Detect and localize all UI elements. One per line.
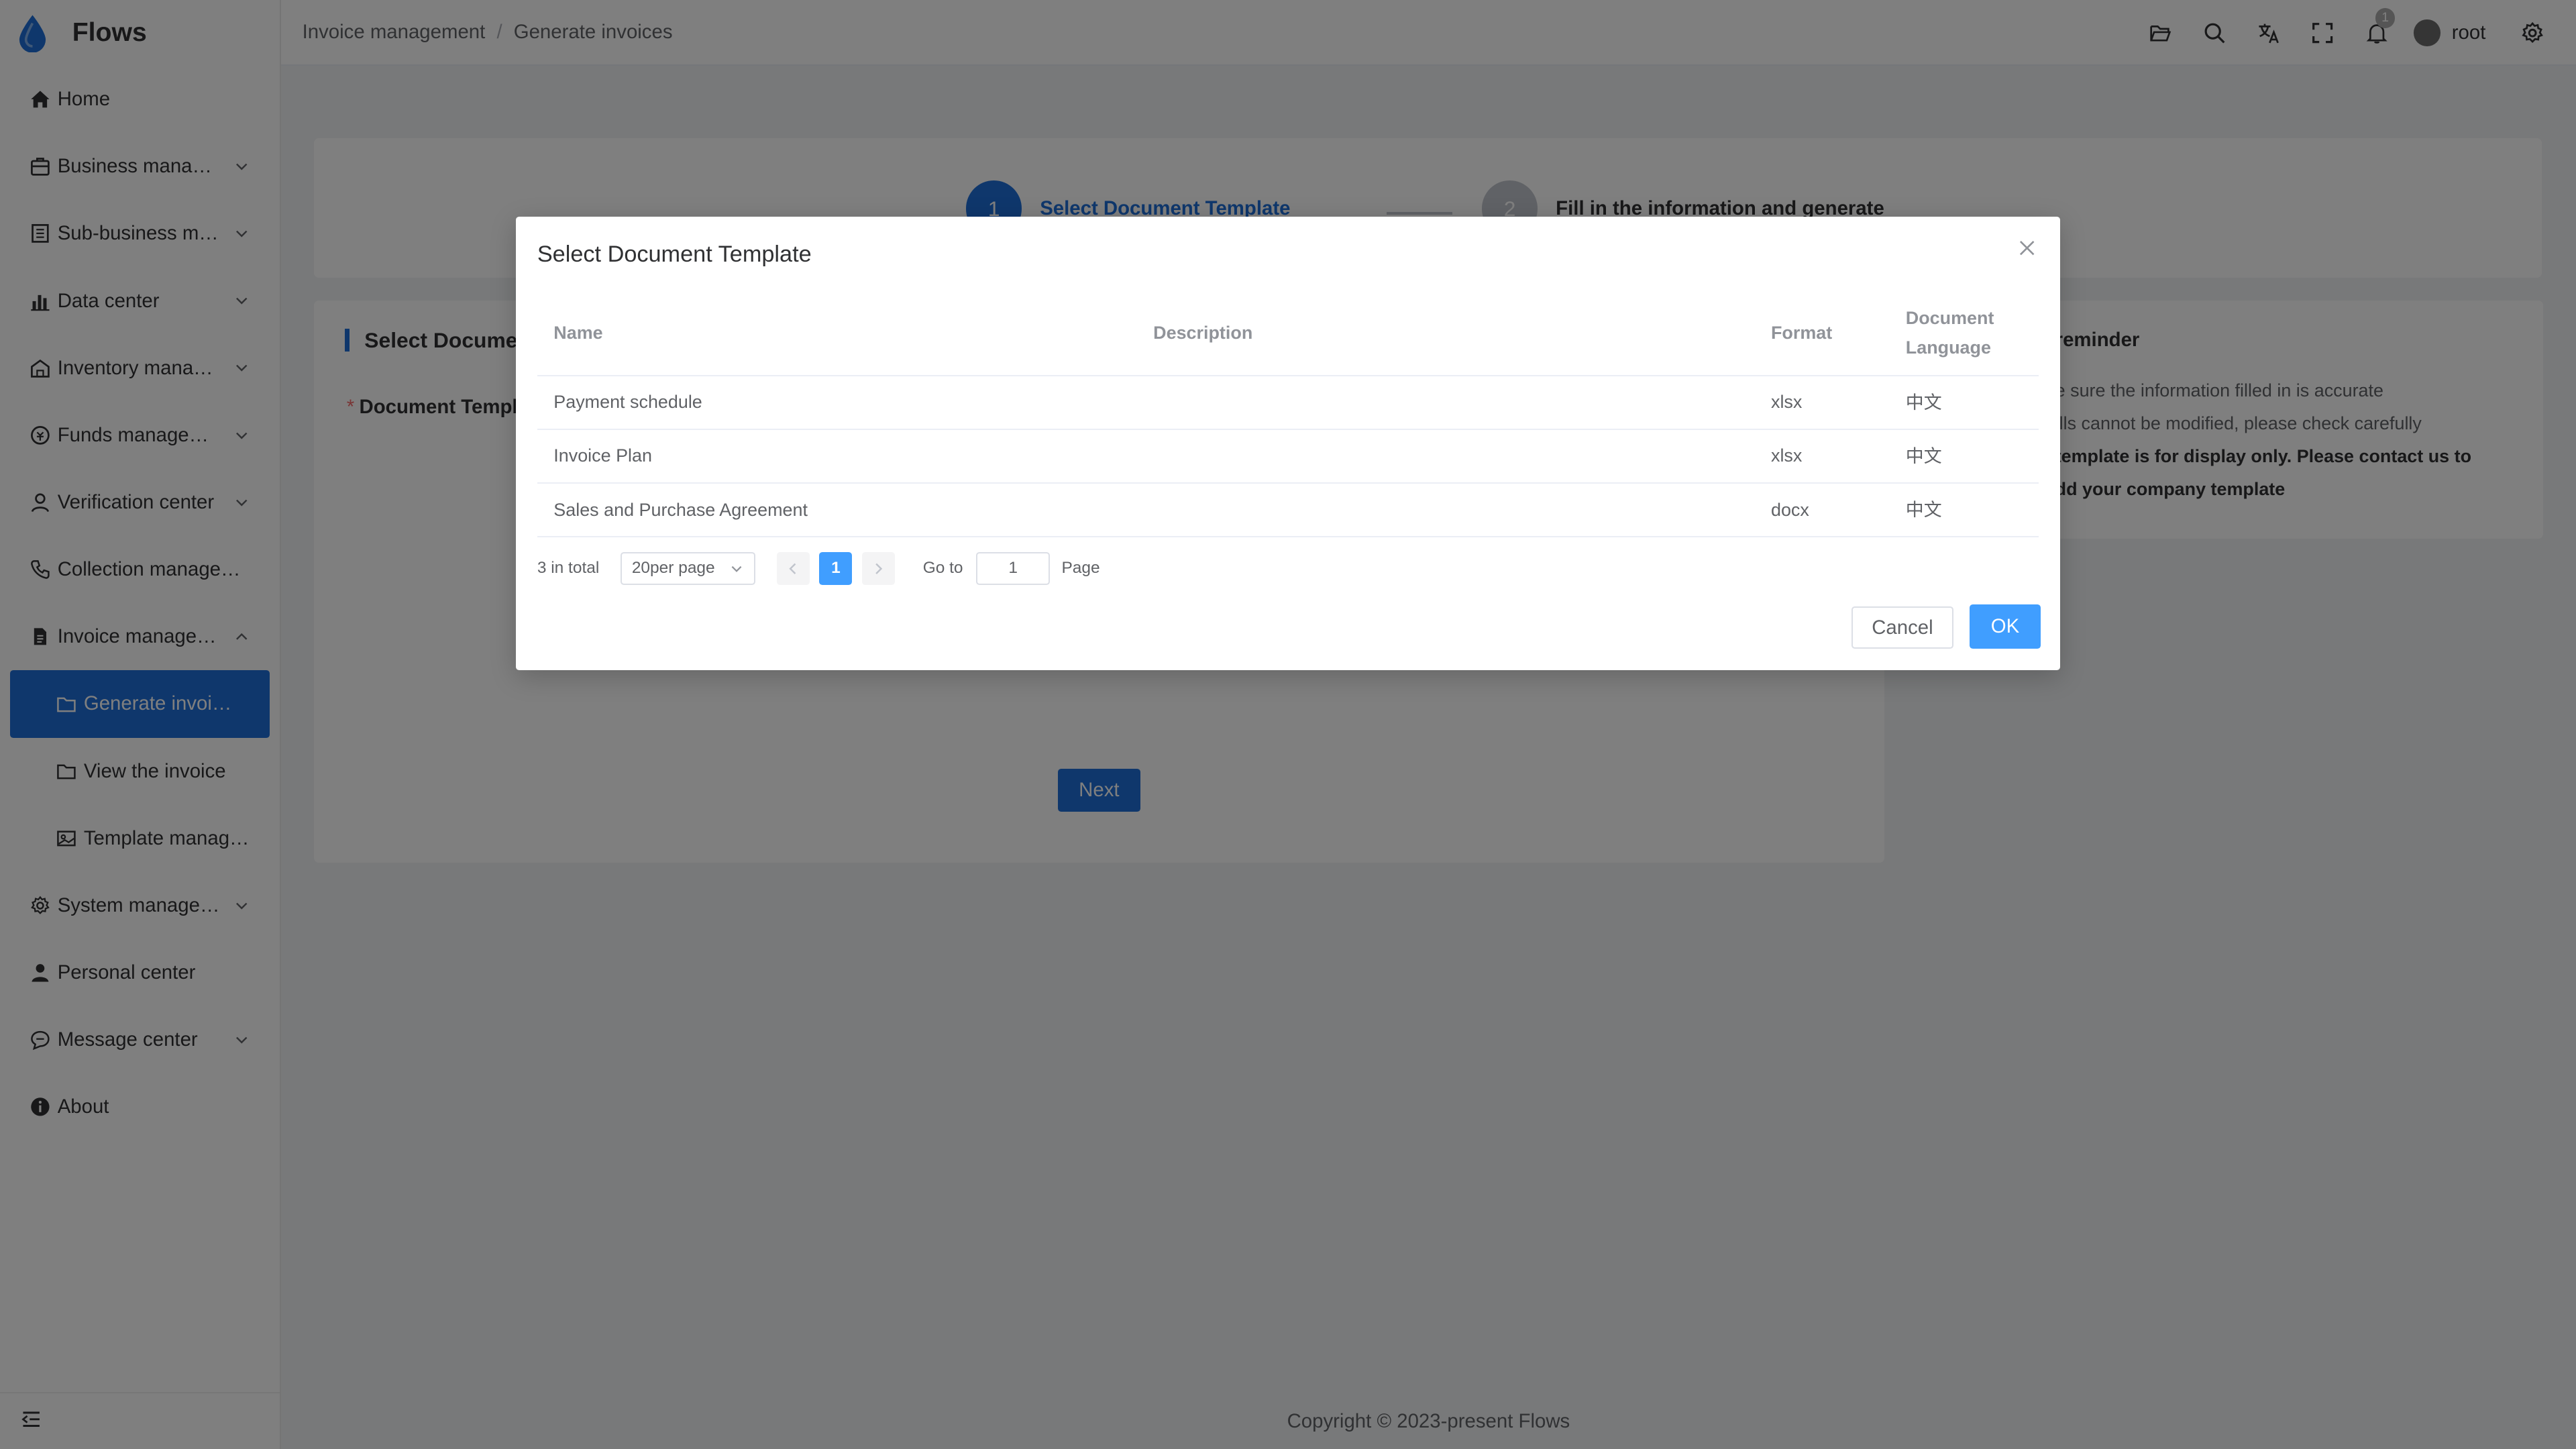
page-size-value: 20per page (631, 559, 715, 578)
ok-button[interactable]: OK (1970, 604, 2041, 649)
table-header: Name Description Format Document Language (537, 290, 2039, 376)
table-row[interactable]: Sales and Purchase Agreement docx 中文 (537, 484, 2039, 538)
column-header-language-line2: Language (1905, 337, 1991, 358)
page-label: Page (1061, 559, 1100, 578)
table-row[interactable]: Payment schedule xlsx 中文 (537, 376, 2039, 430)
goto-page-input[interactable] (976, 551, 1051, 585)
cancel-button[interactable]: Cancel (1851, 606, 1953, 649)
column-header-language: Document Language (1906, 303, 2037, 362)
column-header-description: Description (1153, 322, 1253, 343)
cell-language: 中文 (1905, 392, 1942, 413)
close-icon[interactable] (2017, 238, 2037, 258)
chevron-down-icon (731, 566, 742, 572)
table-row[interactable]: Invoice Plan xlsx 中文 (537, 430, 2039, 484)
app-root: Flows Home Business manag… Sub-business … (0, 0, 2576, 1449)
cell-language: 中文 (1905, 445, 1942, 466)
select-template-dialog: Select Document Template Name Descriptio… (515, 217, 2061, 671)
chevron-right-icon (875, 563, 882, 574)
column-header-name: Name (553, 322, 603, 343)
page-number-current[interactable]: 1 (819, 551, 853, 585)
template-table: Name Description Format Document Language… (537, 290, 2039, 538)
dialog-title: Select Document Template (537, 241, 812, 267)
column-header-format: Format (1770, 322, 1833, 343)
cell-format: docx (1770, 499, 1809, 520)
goto-label: Go to (922, 559, 963, 578)
pagination-total: 3 in total (537, 559, 600, 578)
cell-language: 中文 (1905, 499, 1942, 520)
page-size-select[interactable]: 20per page (621, 551, 755, 585)
cell-name: Payment schedule (553, 392, 702, 413)
cell-name: Invoice Plan (553, 445, 652, 466)
cell-format: xlsx (1770, 445, 1803, 466)
next-page-button[interactable] (862, 551, 896, 585)
chevron-left-icon (789, 563, 796, 574)
column-header-language-line1: Document (1905, 308, 1994, 329)
cell-format: xlsx (1770, 392, 1803, 413)
cell-name: Sales and Purchase Agreement (553, 499, 808, 520)
prev-page-button[interactable] (776, 551, 810, 585)
pagination: 3 in total 20per page 1 Go to Page (537, 551, 1100, 585)
